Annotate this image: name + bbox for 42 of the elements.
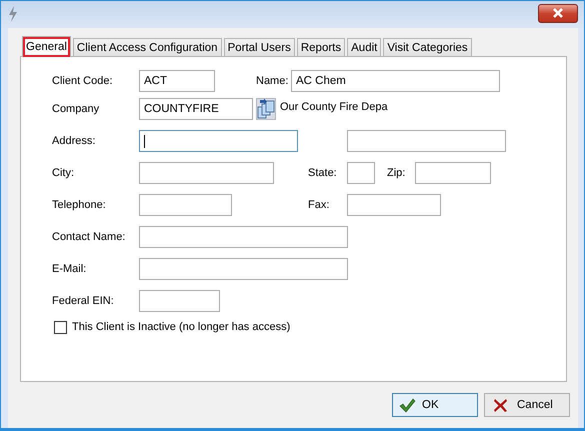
checkbox[interactable] xyxy=(54,320,67,334)
checkbox-label: This Client is Inactive (no longer has access) xyxy=(72,321,290,333)
input-field[interactable] xyxy=(139,226,348,248)
tab[interactable]: Client Access Configuration xyxy=(72,38,222,56)
field-label: State: xyxy=(308,167,338,179)
dialog-button[interactable]: Cancel xyxy=(484,393,570,417)
input-field[interactable] xyxy=(139,258,348,280)
documents-icon[interactable] xyxy=(256,98,276,120)
input-field[interactable] xyxy=(347,130,506,152)
field-label: City: xyxy=(52,167,75,179)
tab[interactable]: Audit xyxy=(347,38,382,56)
cross-icon xyxy=(493,398,508,412)
input-field[interactable] xyxy=(347,162,375,184)
field-label: E-Mail: xyxy=(52,263,88,275)
field-label: Fax: xyxy=(308,199,330,211)
checkmark-icon xyxy=(399,398,416,412)
input-field[interactable] xyxy=(139,290,220,312)
close-button[interactable] xyxy=(538,4,578,22)
field-label: Federal EIN: xyxy=(52,295,115,307)
field-label: Address: xyxy=(52,135,96,147)
tab[interactable]: Visit Categories xyxy=(383,38,472,56)
dialog-button[interactable]: OK xyxy=(392,393,478,417)
input-field[interactable] xyxy=(139,162,274,184)
field-label: Zip: xyxy=(387,167,406,179)
field-label: Client Code: xyxy=(52,75,114,87)
tab[interactable]: General xyxy=(22,36,71,57)
input-field[interactable]: COUNTYFIRE xyxy=(139,98,253,120)
input-field[interactable] xyxy=(347,194,441,216)
field-label: Telephone: xyxy=(52,199,107,211)
field-label: Name: xyxy=(256,75,290,87)
tab[interactable]: Reports xyxy=(296,38,346,56)
input-field[interactable]: AC Chem xyxy=(291,70,500,92)
input-field[interactable] xyxy=(415,162,491,184)
field-label: Company xyxy=(52,102,100,114)
input-field[interactable] xyxy=(139,130,298,152)
field-label: Contact Name: xyxy=(52,231,126,243)
input-field[interactable]: ACT xyxy=(139,70,215,92)
input-field[interactable] xyxy=(139,194,232,216)
app-icon xyxy=(8,6,18,22)
company-description: Our County Fire Depa xyxy=(280,100,388,112)
tab[interactable]: Portal Users xyxy=(224,38,295,56)
close-icon xyxy=(551,8,565,18)
